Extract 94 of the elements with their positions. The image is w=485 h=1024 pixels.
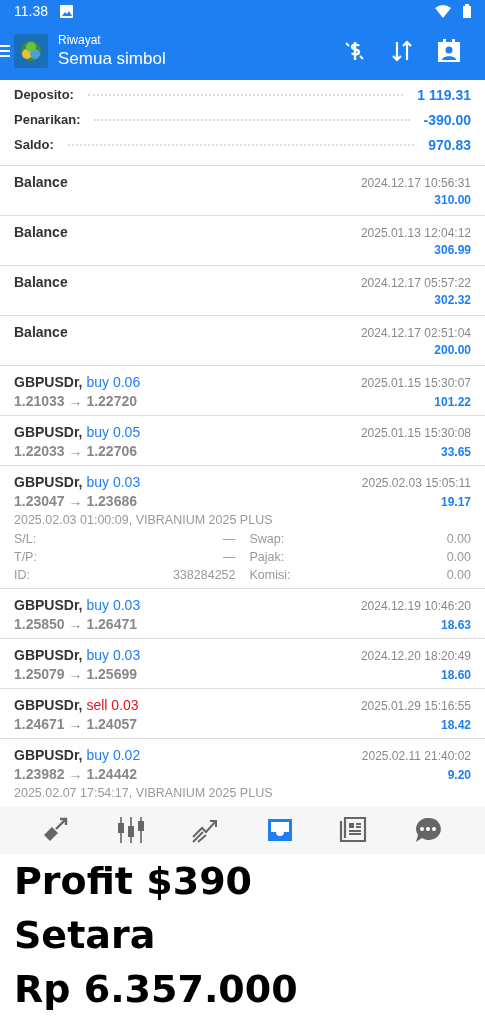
deal-symbol: GBPUSDr,: [14, 597, 83, 613]
deal-row[interactable]: Balance 2024.12.17 02:51:04 200.00: [0, 316, 485, 366]
summary-label: Penarikan:: [14, 112, 81, 127]
logo-icon: [14, 34, 48, 68]
caption-text: Setara: [14, 912, 157, 959]
deal-profit: 101.22: [434, 395, 471, 409]
deal-time: 2024.12.20 18:20:49: [360, 649, 471, 663]
deal-prices: 1.21033 → 1.22720: [14, 393, 137, 409]
deal-profit: 9.20: [447, 768, 471, 782]
detail-value: 0.00: [446, 550, 471, 564]
battery-icon: [463, 4, 471, 18]
detail-value: 338284252: [172, 568, 236, 582]
deal-symbol: GBPUSDr,: [14, 747, 83, 763]
deal-title: Balance: [14, 174, 68, 190]
deal-row[interactable]: GBPUSDr, sell 0.03 2025.01.29 15:16:55 1.24671 → 1.24057 18.42: [0, 689, 485, 739]
nav-tab[interactable]: [116, 815, 147, 845]
screen-subtitle: Semua simbol: [58, 49, 167, 69]
deal-symbol: GBPUSDr,: [14, 697, 83, 713]
deal-prices: 1.25850 → 1.26471: [14, 616, 137, 632]
calendar-person-icon[interactable]: [437, 39, 461, 63]
order-type: buy 0.06: [86, 374, 141, 390]
deal-row[interactable]: Balance 2024.12.17 05:57:22 302.32: [0, 266, 485, 316]
deal-time: 2024.12.19 10:46:20: [360, 599, 471, 613]
detail-label: T/P:: [14, 550, 37, 564]
deal-time: 2024.12.17 02:51:04: [360, 326, 471, 340]
deal-title: Balance: [14, 324, 68, 340]
order-type: buy 0.03: [86, 647, 141, 663]
caption-text: Rp 6.357.000: [14, 966, 299, 1013]
deal-time: 2024.12.17 05:57:22: [360, 276, 471, 290]
deal-symbol: GBPUSDr,: [14, 374, 83, 390]
detail-label: ID:: [14, 568, 30, 582]
order-type: buy 0.03: [86, 474, 141, 490]
deal-profit: 33.65: [440, 445, 471, 459]
deal-comment: 2025.02.03 01:00:09, VIBRANIUM 2025 PLUS: [14, 513, 274, 527]
deal-profit: 306.99: [434, 243, 471, 257]
deal-time: 2024.12.17 10:56:31: [360, 176, 471, 190]
detail-value: 0.00: [446, 568, 471, 582]
deal-symbol: GBPUSDr,: [14, 474, 83, 490]
detail-label: Pajak:: [249, 550, 285, 564]
summary-label: Saldo:: [14, 137, 54, 152]
deal-prices: 1.24671 → 1.24057: [14, 716, 137, 732]
deal-time: 2025.02.03 15:05:11: [361, 476, 471, 490]
deal-prices: 1.23982 → 1.24442: [14, 766, 137, 782]
order-type: buy 0.05: [86, 424, 141, 440]
detail-label: Komisi:: [249, 568, 291, 582]
deal-prices: 1.22033 → 1.22706: [14, 443, 137, 459]
nav-tab[interactable]: [338, 815, 369, 845]
deal-row[interactable]: GBPUSDr, buy 0.03 2024.12.20 18:20:49 1.25079 → 1.25699 18.60: [0, 639, 485, 689]
deal-time: 2025.01.13 12:04:12: [360, 226, 471, 240]
deal-prices: 1.23047 → 1.23686: [14, 493, 137, 509]
deal-profit: 19.17: [440, 495, 471, 509]
detail-value: —: [223, 550, 236, 564]
deal-row[interactable]: Balance 2025.01.13 12:04:12 306.99: [0, 216, 485, 266]
order-type: sell 0.03: [86, 697, 139, 713]
deal-row[interactable]: GBPUSDr, buy 0.03 2025.02.03 15:05:11 1.23047 → 1.23686 19.17 2025.02.03 01:00:09, VIBRANIUM 2025 PLUS S/L: — Swap: 0.00 T/P: — Pajak: 0.00 ID: 338284252 Komisi: 0.00: [0, 466, 485, 589]
deal-profit: 302.32: [434, 293, 471, 307]
deal-profit: 18.60: [440, 668, 471, 682]
deal-row[interactable]: GBPUSDr, buy 0.06 2025.01.15 15:30:07 1.21033 → 1.22720 101.22: [0, 366, 485, 416]
deal-time: 2025.01.15 15:30:07: [360, 376, 471, 390]
detail-label: S/L:: [14, 532, 37, 546]
deal-symbol: GBPUSDr,: [14, 647, 83, 663]
wifi-icon: [435, 4, 451, 18]
deal-row[interactable]: GBPUSDr, buy 0.03 2024.12.19 10:46:20 1.25850 → 1.26471 18.63: [0, 589, 485, 639]
menu-icon[interactable]: [0, 44, 10, 58]
deal-profit: 310.00: [434, 193, 471, 207]
summary-value: 970.83: [428, 136, 471, 153]
news-icon: [338, 815, 369, 845]
deal-title: Balance: [14, 224, 68, 240]
deal-prices: 1.25079 → 1.25699: [14, 666, 137, 682]
detail-label: Swap:: [249, 532, 285, 546]
deal-time: 2025.02.11 21:40:02: [361, 749, 471, 763]
deal-profit: 18.42: [440, 718, 471, 732]
image-icon: [60, 4, 73, 18]
deal-row[interactable]: Balance 2024.12.17 10:56:31 310.00: [0, 166, 485, 216]
detail-value: 0.00: [446, 532, 471, 546]
deal-time: 2025.01.29 15:16:55: [360, 699, 471, 713]
deal-title: Balance: [14, 274, 68, 290]
deal-row[interactable]: GBPUSDr, buy 0.05 2025.01.15 15:30:08 1.22033 → 1.22706 33.65: [0, 416, 485, 466]
summary-label: Deposito:: [14, 87, 74, 102]
screen-title: Riwayat: [58, 33, 102, 47]
caption-text: Profit $390: [14, 858, 254, 905]
summary-value: 1 119.31: [417, 86, 471, 103]
deal-profit: 18.63: [440, 618, 471, 632]
candlestick-chart-icon: [116, 815, 147, 845]
summary-value: -390.00: [423, 111, 471, 128]
deal-time: 2025.01.15 15:30:08: [360, 426, 471, 440]
order-type: buy 0.02: [86, 747, 141, 763]
deal-profit: 200.00: [434, 343, 471, 357]
deal-comment: 2025.02.07 17:54:17, VIBRANIUM 2025 PLUS: [14, 786, 274, 800]
order-type: buy 0.03: [86, 597, 141, 613]
status-time: 11.38: [14, 3, 48, 19]
detail-value: —: [223, 532, 236, 546]
sort-icon[interactable]: [391, 40, 413, 62]
deal-symbol: GBPUSDr,: [14, 424, 83, 440]
